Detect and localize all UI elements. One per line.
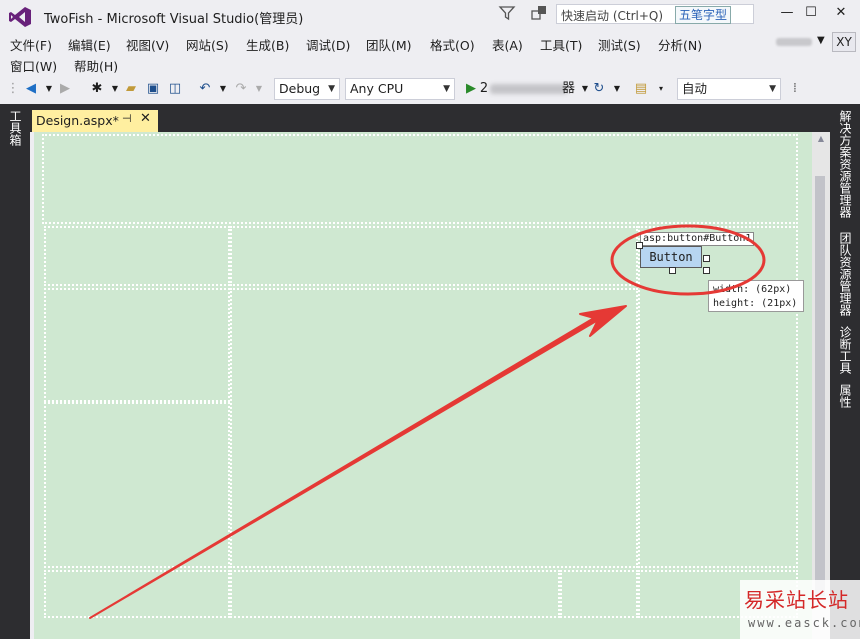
chevron-down-icon: ▼: [443, 84, 450, 94]
ime-badge: 五笔字型: [675, 6, 732, 24]
quick-launch-placeholder: 快速启动 (Ctrl+Q): [561, 9, 664, 23]
save-icon[interactable]: ▣: [144, 80, 162, 98]
menu-bar: 文件(F) 编辑(E) 视图(V) 网站(S) 生成(B) 调试(D) 团队(M…: [0, 32, 860, 76]
diagnostic-tools-tab[interactable]: 诊断工具: [834, 326, 854, 374]
toolbox-tab[interactable]: 工具箱: [6, 110, 24, 146]
menu-debug[interactable]: 调试(D): [306, 35, 350, 54]
control-selector-tag[interactable]: asp:button#Button1: [640, 232, 755, 246]
zoom-select[interactable]: 自动 ▼: [677, 78, 781, 100]
platform-value: Any CPU: [350, 81, 404, 96]
save-all-icon[interactable]: ◫: [166, 80, 184, 98]
solution-platform-select[interactable]: Any CPU ▼: [345, 78, 455, 100]
layout-cell[interactable]: [230, 570, 560, 618]
solution-explorer-tab[interactable]: 解决方案资源管理器: [834, 110, 854, 218]
toolbar-options-icon[interactable]: ⁞: [786, 80, 804, 98]
chevron-down-icon[interactable]: ▼: [817, 35, 825, 46]
menu-test[interactable]: 测试(S): [598, 35, 641, 54]
site-watermark: 易采站长站 www.easck.com: [740, 580, 860, 639]
watermark-url: www.easck.com: [748, 616, 860, 630]
open-folder-icon[interactable]: ▰: [122, 80, 140, 98]
maximize-button[interactable]: ☐: [800, 4, 822, 22]
zoom-value: 自动: [682, 81, 708, 96]
new-item-icon[interactable]: ✱: [88, 80, 106, 98]
chevron-down-icon[interactable]: ▾: [652, 80, 670, 98]
team-explorer-tab[interactable]: 团队资源管理器: [834, 232, 854, 316]
tooltip-width: width: (62px): [713, 284, 792, 295]
window-title: TwoFish - Microsoft Visual Studio(管理员): [44, 12, 304, 27]
chevron-down-icon[interactable]: ▼: [214, 80, 232, 98]
filter-icon[interactable]: [498, 4, 516, 22]
menu-analyze[interactable]: 分析(N): [658, 35, 702, 54]
layout-cell[interactable]: [230, 288, 638, 568]
configuration-value: Debug: [279, 81, 321, 96]
menu-file[interactable]: 文件(F): [10, 35, 52, 54]
tooltip-height: height: (21px): [713, 298, 798, 309]
layout-cell[interactable]: [42, 134, 798, 224]
layout-cell[interactable]: [44, 288, 230, 402]
pin-icon[interactable]: ⊣: [122, 112, 132, 125]
feedback-icon[interactable]: [530, 4, 548, 22]
chevron-down-icon[interactable]: ▼: [608, 80, 626, 98]
chevron-down-icon[interactable]: ▼: [250, 80, 268, 98]
layout-cell[interactable]: [560, 570, 638, 618]
title-bar: TwoFish - Microsoft Visual Studio(管理员) 快…: [0, 0, 860, 32]
close-icon[interactable]: ✕: [140, 111, 151, 126]
properties-tab[interactable]: 属性: [834, 384, 854, 408]
refresh-icon[interactable]: ↻: [590, 80, 608, 98]
left-tool-window-rail: [0, 104, 30, 639]
menu-edit[interactable]: 编辑(E): [68, 35, 111, 54]
tab-label: Design.aspx*: [36, 113, 119, 128]
menu-team[interactable]: 团队(M): [366, 35, 412, 54]
chevron-down-icon: ▼: [328, 84, 335, 94]
quick-launch-input[interactable]: 快速启动 (Ctrl+Q) 五笔字型: [556, 4, 754, 24]
run-target-redacted[interactable]: [490, 84, 568, 94]
resize-handle[interactable]: [669, 267, 676, 274]
scrollbar-thumb[interactable]: [815, 176, 825, 596]
resize-handle[interactable]: [636, 242, 643, 249]
close-window-button[interactable]: ✕: [830, 4, 852, 22]
layout-cell[interactable]: [44, 402, 230, 568]
layout-cell[interactable]: [230, 226, 638, 286]
menu-table[interactable]: 表(A): [492, 35, 523, 54]
navigate-forward-icon[interactable]: ▶: [56, 80, 74, 98]
menu-window[interactable]: 窗口(W): [10, 56, 57, 75]
menu-view[interactable]: 视图(V): [126, 35, 169, 54]
watermark-title: 易采站长站: [744, 588, 849, 612]
visual-studio-logo-icon: [9, 7, 31, 27]
layout-cell[interactable]: [638, 226, 798, 568]
toolbar-grip-icon[interactable]: ⋮: [4, 80, 22, 98]
user-name-redacted[interactable]: [776, 38, 812, 46]
menu-format[interactable]: 格式(O): [430, 35, 475, 54]
solution-configuration-select[interactable]: Debug ▼: [274, 78, 340, 100]
avatar[interactable]: XY: [832, 32, 856, 52]
undo-icon[interactable]: ↶: [196, 80, 214, 98]
menu-website[interactable]: 网站(S): [186, 35, 229, 54]
tab-design-aspx[interactable]: Design.aspx* ⊣ ✕: [32, 110, 158, 132]
resize-handle[interactable]: [703, 255, 710, 262]
browser-link-icon[interactable]: ▤: [632, 80, 650, 98]
chevron-down-icon: ▼: [769, 84, 776, 94]
menu-help[interactable]: 帮助(H): [74, 56, 118, 75]
minimize-button[interactable]: —: [776, 4, 798, 22]
menu-tools[interactable]: 工具(T): [540, 35, 582, 54]
run-target-prefix: 2: [479, 81, 489, 96]
design-surface[interactable]: [34, 132, 812, 639]
redo-icon[interactable]: ↷: [232, 80, 250, 98]
navigate-back-icon[interactable]: ◀: [22, 80, 40, 98]
asp-button-control[interactable]: Button: [640, 246, 702, 268]
run-target-suffix: 器: [562, 81, 576, 96]
scroll-up-icon[interactable]: ▲: [812, 134, 830, 143]
size-tooltip: width: (62px) height: (21px): [708, 280, 804, 312]
resize-handle[interactable]: [703, 267, 710, 274]
layout-cell[interactable]: [44, 226, 230, 286]
layout-cell[interactable]: [44, 570, 230, 618]
menu-build[interactable]: 生成(B): [246, 35, 289, 54]
